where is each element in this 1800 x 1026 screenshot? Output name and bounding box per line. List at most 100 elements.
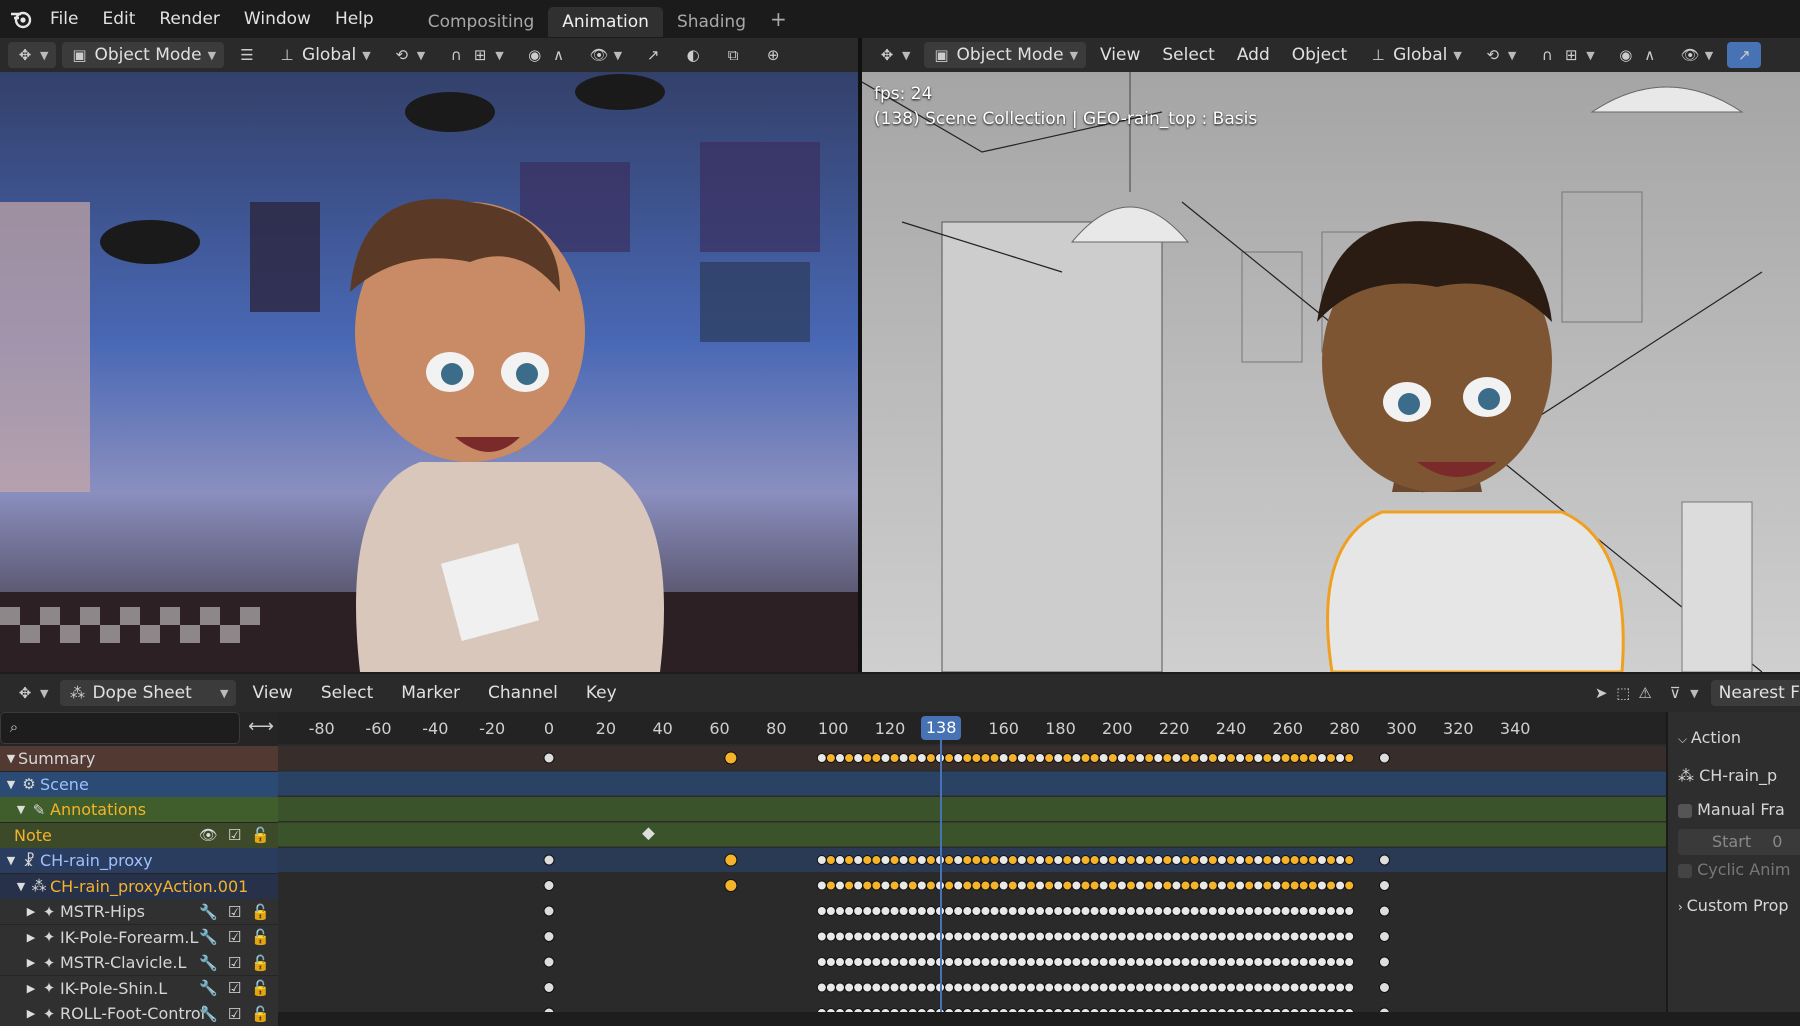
keyframe[interactable] [1335, 753, 1346, 763]
keyframe[interactable] [853, 957, 864, 967]
keyframe[interactable] [724, 853, 738, 867]
eye-icon[interactable]: 👁 [199, 826, 218, 844]
editor-type-button[interactable]: ✥ ▼ [870, 42, 918, 68]
keyframe[interactable] [962, 982, 973, 993]
keyframe[interactable] [1307, 982, 1318, 993]
keyframe[interactable] [1280, 855, 1291, 865]
keyframe[interactable] [1162, 880, 1173, 891]
keyframe[interactable] [880, 855, 891, 865]
keyframe[interactable] [1226, 855, 1236, 865]
keyframe[interactable] [1053, 906, 1064, 916]
shading-wireframe-button[interactable]: ⊕ [756, 42, 790, 68]
keyframe[interactable] [1316, 906, 1327, 916]
add-workspace-button[interactable]: + [760, 7, 797, 31]
keyframe[interactable] [880, 880, 891, 891]
keyframe[interactable] [1189, 855, 1200, 865]
keyframe[interactable] [1326, 931, 1337, 942]
keyframe[interactable] [1189, 880, 1200, 891]
tab-animation[interactable]: Animation [548, 7, 663, 37]
keyframe[interactable] [816, 957, 827, 967]
keyframe[interactable] [916, 855, 927, 865]
action-field[interactable]: ⁂ CH-rain_p [1678, 766, 1777, 785]
keyframe[interactable] [1326, 753, 1337, 763]
keyframe[interactable] [1226, 957, 1236, 967]
keyframe[interactable] [1007, 880, 1018, 891]
keyframe[interactable] [907, 855, 918, 865]
keyframe[interactable] [1016, 982, 1027, 993]
keyframe[interactable] [853, 982, 864, 993]
keyframe[interactable] [1189, 931, 1200, 942]
keyframe[interactable] [989, 855, 1000, 865]
keyframe[interactable] [1198, 957, 1209, 967]
filter-dropdown[interactable]: ⊽ ▼ [1658, 680, 1706, 706]
menu-view[interactable]: View [240, 683, 304, 703]
keyframe[interactable] [880, 957, 891, 967]
keyframe[interactable] [1107, 753, 1118, 763]
keyframe[interactable] [916, 753, 927, 763]
keyframe[interactable] [871, 855, 882, 865]
keyframe[interactable] [825, 753, 836, 763]
keyframe[interactable] [1044, 957, 1055, 967]
channel-row[interactable]: ▼ ☧ CH-rain_proxy [0, 848, 278, 873]
keyframe[interactable] [1326, 855, 1337, 865]
keyframe[interactable] [1153, 931, 1164, 942]
channel-row[interactable]: ▶ ✦ IK-Pole-Shin.L 🔧 ☑ 🔓 [0, 975, 278, 1001]
keyframe[interactable] [1135, 982, 1146, 993]
channel-row[interactable]: ▼ Summary [0, 746, 278, 771]
keyframe[interactable] [1271, 880, 1282, 891]
keyframe[interactable] [1378, 752, 1390, 764]
keyframe[interactable] [1025, 982, 1036, 993]
keyframe[interactable] [1098, 906, 1109, 916]
keyframe[interactable] [1035, 982, 1046, 993]
keyframe[interactable] [724, 751, 738, 765]
keyframe[interactable] [1316, 855, 1327, 865]
keyframe[interactable] [971, 753, 982, 763]
keyframe[interactable] [944, 982, 955, 993]
keyframe[interactable] [1335, 855, 1346, 865]
keyframe[interactable] [1316, 931, 1327, 942]
keyframe[interactable] [1289, 982, 1300, 993]
select-cursor-icon[interactable]: ➤ [1592, 684, 1610, 702]
keyframe[interactable] [1125, 855, 1136, 865]
keyframe[interactable] [816, 982, 827, 993]
keyframe[interactable] [1035, 957, 1046, 967]
keyframe[interactable] [907, 753, 918, 763]
keyframe[interactable] [925, 855, 936, 865]
keyframe[interactable] [1280, 957, 1291, 967]
keyframe[interactable] [1271, 906, 1282, 916]
keyframe[interactable] [1062, 906, 1073, 916]
warning-icon[interactable]: ⚠ [1636, 684, 1654, 702]
keyframe[interactable] [1171, 880, 1182, 891]
keyframe[interactable] [1198, 982, 1209, 993]
keyframe[interactable] [1007, 855, 1018, 865]
keyframe[interactable] [925, 753, 936, 763]
keyframe[interactable] [1271, 753, 1282, 763]
expand-triangle-icon[interactable]: ▼ [4, 778, 18, 791]
channel-row[interactable]: Note 👁 ☑ 🔓 [0, 822, 278, 848]
collapse-triangle-icon[interactable]: ▶ [24, 982, 38, 995]
keyframe[interactable] [844, 931, 855, 942]
keyframe[interactable] [898, 753, 909, 763]
keyframe[interactable] [1162, 931, 1173, 942]
frame-ruler[interactable]: -80 -60 -40 -20 0 20 40 60 80 100 120 138 160 180 200 2… [278, 712, 1666, 744]
keyframe[interactable] [1344, 753, 1355, 763]
keyframe[interactable] [871, 880, 882, 891]
keyframe[interactable] [1144, 931, 1155, 942]
keyframe[interactable] [1116, 906, 1127, 916]
keyframe[interactable] [834, 982, 845, 993]
keyframe[interactable] [1344, 880, 1355, 891]
collapse-triangle-icon[interactable]: ▶ [24, 1007, 38, 1020]
keyframe[interactable] [1189, 906, 1200, 916]
keyframe[interactable] [1378, 931, 1390, 942]
checkbox-icon[interactable]: ☑ [228, 954, 241, 972]
keyframe[interactable] [916, 931, 927, 942]
keyframe[interactable] [962, 753, 973, 763]
keyframe[interactable] [1025, 957, 1036, 967]
menu-marker[interactable]: Marker [389, 683, 472, 703]
keyframe[interactable] [1298, 880, 1309, 891]
keyframe[interactable] [834, 855, 845, 865]
keyframe[interactable] [1262, 753, 1273, 763]
keyframe[interactable] [1162, 906, 1173, 916]
channel-row[interactable]: ▼ ⁂ CH-rain_proxyAction.001 [0, 873, 278, 899]
proportional-edit-toggle[interactable]: ◉ ∧ [1609, 42, 1667, 68]
